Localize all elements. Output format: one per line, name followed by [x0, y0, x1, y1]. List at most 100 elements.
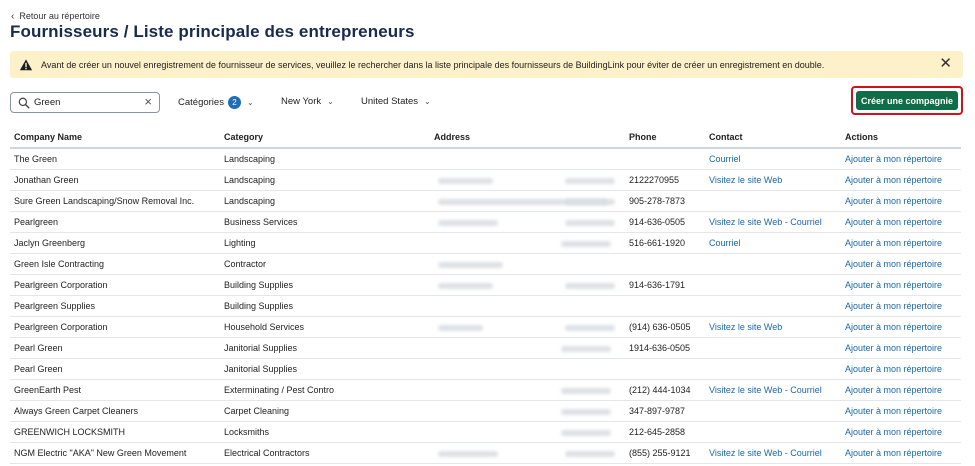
phone-cell: 516-661-1920	[625, 232, 705, 254]
back-link[interactable]: ‹ Retour au répertoire	[11, 11, 100, 21]
add-to-directory-link[interactable]: Ajouter à mon répertoire	[841, 148, 961, 170]
company-name-cell: Pearlgreen Corporation	[10, 274, 220, 296]
header-address[interactable]: Address	[420, 127, 625, 149]
phone-cell: 1914-636-0505	[625, 337, 705, 359]
chevron-down-icon: ⌄	[246, 98, 254, 107]
phone-cell: 905-278-7873	[625, 190, 705, 212]
category-cell: Janitorial Supplies	[220, 358, 420, 380]
table-row: Jonathan Green Landscaping 2122270955 Visit…	[10, 169, 961, 191]
address-cell-redacted	[420, 316, 625, 338]
contact-cell[interactable]: Visitez le site Web	[705, 316, 841, 338]
add-to-directory-link[interactable]: Ajouter à mon répertoire	[841, 190, 961, 212]
contractors-table: Company Name Category Address Phone Cont…	[10, 127, 961, 464]
page-title: Fournisseurs / Liste principale des entr…	[10, 22, 415, 41]
add-to-directory-link[interactable]: Ajouter à mon répertoire	[841, 421, 961, 443]
table-row: GREENWICH LOCKSMITH Locksmiths 212-645-285…	[10, 421, 961, 443]
company-name-cell: Pearlgreen Supplies	[10, 295, 220, 317]
add-to-directory-link[interactable]: Ajouter à mon répertoire	[841, 337, 961, 359]
add-to-directory-link[interactable]: Ajouter à mon répertoire	[841, 169, 961, 191]
table-row: The Green Landscaping Courriel Ajouter à m…	[10, 148, 961, 170]
phone-cell: 212-645-2858	[625, 421, 705, 443]
add-to-directory-link[interactable]: Ajouter à mon répertoire	[841, 316, 961, 338]
country-filter-label: United States	[361, 96, 419, 107]
address-cell-redacted	[420, 421, 625, 443]
contact-cell[interactable]	[705, 337, 841, 359]
contact-cell[interactable]	[705, 295, 841, 317]
address-cell-redacted	[420, 274, 625, 296]
table-row: NGM Electric "AKA" New Green Movement Ele…	[10, 442, 961, 464]
categories-filter-label: Catégories	[178, 97, 224, 108]
category-cell: Janitorial Supplies	[220, 337, 420, 359]
add-to-directory-link[interactable]: Ajouter à mon répertoire	[841, 400, 961, 422]
contact-cell[interactable]: Visitez le site Web	[705, 169, 841, 191]
table-row: Pearlgreen Business Services 914-636-0505 V…	[10, 211, 961, 233]
state-filter[interactable]: New York ⌄	[281, 96, 334, 107]
duplicate-warning-alert: Avant de créer un nouvel enregistrement …	[10, 51, 963, 78]
table-row: Pearlgreen Supplies Building Supplies Ajou…	[10, 295, 961, 317]
header-category[interactable]: Category	[220, 127, 420, 149]
back-link-label: Retour au répertoire	[19, 11, 100, 21]
contact-cell[interactable]: Visitez le site Web - Courriel	[705, 379, 841, 401]
warning-icon	[19, 58, 33, 70]
country-filter[interactable]: United States ⌄	[361, 96, 431, 107]
create-company-button[interactable]: Créer une compagnie	[856, 91, 958, 110]
contact-cell[interactable]	[705, 253, 841, 275]
add-to-directory-link[interactable]: Ajouter à mon répertoire	[841, 295, 961, 317]
category-cell: Exterminating / Pest Contro	[220, 379, 420, 401]
add-to-directory-link[interactable]: Ajouter à mon répertoire	[841, 379, 961, 401]
chevron-down-icon: ⌄	[424, 97, 431, 106]
address-cell-redacted	[420, 337, 625, 359]
search-input[interactable]	[34, 97, 132, 108]
contact-cell[interactable]	[705, 421, 841, 443]
clear-search-icon[interactable]: ×	[144, 95, 152, 109]
category-cell: Landscaping	[220, 148, 420, 170]
add-to-directory-link[interactable]: Ajouter à mon répertoire	[841, 358, 961, 380]
table-header-row: Company Name Category Address Phone Cont…	[10, 127, 961, 149]
company-name-cell: Pearlgreen	[10, 211, 220, 233]
contact-cell[interactable]	[705, 358, 841, 380]
add-to-directory-link[interactable]: Ajouter à mon répertoire	[841, 442, 961, 464]
phone-cell: 347-897-9787	[625, 400, 705, 422]
contact-cell[interactable]: Courriel	[705, 232, 841, 254]
categories-count-badge: 2	[227, 96, 241, 109]
address-cell-redacted	[420, 232, 625, 254]
phone-cell	[625, 358, 705, 380]
add-to-directory-link[interactable]: Ajouter à mon répertoire	[841, 274, 961, 296]
header-phone[interactable]: Phone	[625, 127, 705, 149]
table-row: Always Green Carpet Cleaners Carpet Clean…	[10, 400, 961, 422]
search-box: ×	[10, 92, 160, 113]
table-row: Jaclyn Greenberg Lighting 516-661-1920 Cou…	[10, 232, 961, 254]
contact-cell[interactable]: Visitez le site Web - Courriel	[705, 442, 841, 464]
company-name-cell: NGM Electric "AKA" New Green Movement	[10, 442, 220, 464]
header-company-name[interactable]: Company Name	[10, 127, 220, 149]
company-name-cell: Pearl Green	[10, 358, 220, 380]
table-row: Pearl Green Janitorial Supplies 1914-636-0…	[10, 337, 961, 359]
contact-cell[interactable]: Courriel	[705, 148, 841, 170]
close-icon[interactable]: ✕	[939, 56, 952, 71]
company-name-cell: The Green	[10, 148, 220, 170]
category-cell: Building Supplies	[220, 295, 420, 317]
phone-cell	[625, 295, 705, 317]
categories-filter[interactable]: Catégories 2 ⌄	[178, 96, 254, 109]
company-name-cell: Green Isle Contracting	[10, 253, 220, 275]
add-to-directory-link[interactable]: Ajouter à mon répertoire	[841, 253, 961, 275]
company-name-cell: Pearlgreen Corporation	[10, 316, 220, 338]
add-to-directory-link[interactable]: Ajouter à mon répertoire	[841, 232, 961, 254]
contact-cell[interactable]	[705, 274, 841, 296]
company-name-cell: GreenEarth Pest	[10, 379, 220, 401]
add-to-directory-link[interactable]: Ajouter à mon répertoire	[841, 211, 961, 233]
company-name-cell: Always Green Carpet Cleaners	[10, 400, 220, 422]
phone-cell: 2122270955	[625, 169, 705, 191]
chevron-down-icon: ⌄	[327, 97, 334, 106]
category-cell: Locksmiths	[220, 421, 420, 443]
phone-cell: 914-636-1791	[625, 274, 705, 296]
contact-cell[interactable]	[705, 400, 841, 422]
table-row: Sure Green Landscaping/Snow Removal Inc.…	[10, 190, 961, 212]
category-cell: Business Services	[220, 211, 420, 233]
chevron-left-icon: ‹	[11, 10, 15, 22]
contact-cell[interactable]: Visitez le site Web - Courriel	[705, 211, 841, 233]
address-cell-redacted	[420, 253, 625, 275]
category-cell: Landscaping	[220, 169, 420, 191]
contact-cell[interactable]	[705, 190, 841, 212]
header-actions: Actions	[841, 127, 961, 149]
